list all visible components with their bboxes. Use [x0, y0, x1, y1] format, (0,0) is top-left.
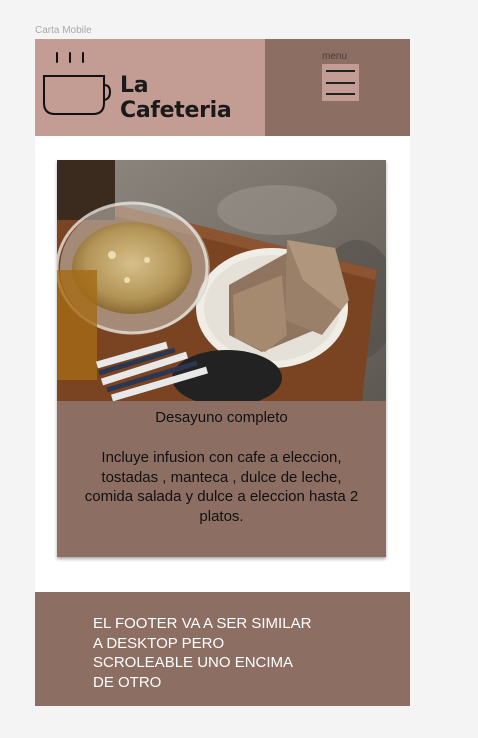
- header: La Cafeteria menu: [35, 39, 410, 136]
- hamburger-line: [326, 93, 355, 95]
- hamburger-line: [326, 81, 355, 84]
- frame-label: Carta Mobile: [35, 25, 92, 36]
- card-title: Desayuno completo: [155, 409, 288, 426]
- menu-label: menu: [322, 51, 348, 62]
- footer: EL FOOTER VA A SER SIMILAR A DESKTOP PER…: [35, 592, 410, 706]
- menu-card[interactable]: Desayuno completo Incluye infusion con c…: [57, 160, 386, 557]
- mobile-frame: La Cafeteria menu Desayuno completo Incl…: [35, 39, 410, 706]
- brand-name: La Cafeteria: [120, 73, 232, 123]
- breakfast-photo: [57, 160, 386, 401]
- card-description: Incluye infusion con cafe a eleccion, to…: [84, 449, 359, 525]
- brand-bar[interactable]: La Cafeteria: [35, 39, 265, 136]
- menu-area: menu: [265, 39, 410, 136]
- coffee-cup-icon: [43, 52, 112, 115]
- hamburger-line: [326, 70, 355, 72]
- hamburger-icon[interactable]: [322, 64, 359, 101]
- footer-text: EL FOOTER VA A SER SIMILAR A DESKTOP PER…: [93, 615, 312, 691]
